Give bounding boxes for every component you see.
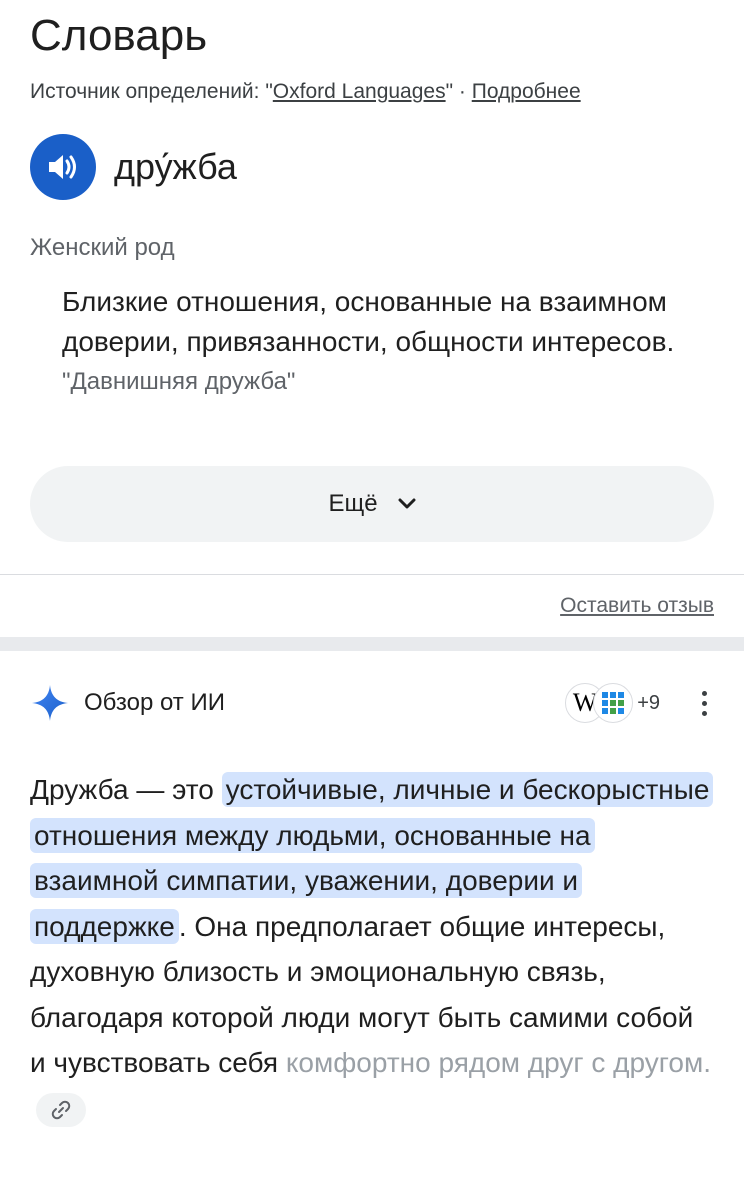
example-text: "Давнишняя дружба" [62, 368, 296, 395]
source-separator: · [453, 80, 472, 103]
sources-button[interactable]: W +9 [565, 683, 660, 723]
source-quote-open: " [265, 80, 273, 103]
search-results-page: Словарь Источник определений: "Oxford La… [0, 0, 744, 1200]
ai-text-intro: Дружба — это [30, 774, 222, 805]
ai-overview-header: Обзор от ИИ W +9 [30, 673, 714, 733]
feedback-link[interactable]: Оставить отзыв [560, 594, 714, 618]
ai-overview-card: Обзор от ИИ W +9 Дружба — это устойчивые… [0, 673, 744, 1131]
headword: дру́жба [114, 146, 237, 187]
more-button-label: Ещё [328, 490, 378, 517]
ai-overview-title: Обзор от ИИ [84, 689, 225, 716]
part-of-speech: Женский род [30, 234, 175, 261]
citation-link-chip[interactable] [36, 1093, 86, 1128]
link-icon [51, 1100, 71, 1120]
source-site-icon [593, 683, 634, 723]
speaker-icon [49, 155, 76, 179]
ai-text-faded: комфортно рядом друг с другом. [285, 1047, 711, 1078]
source-line: Источник определений: "Oxford Languages"… [30, 78, 714, 106]
definition-text: Близкие отношения, основанные на взаимно… [62, 286, 675, 357]
source-prefix: Источник определений: [30, 80, 266, 103]
feedback-row: Оставить отзыв [0, 575, 744, 637]
dictionary-title: Словарь [30, 11, 208, 60]
sources-count: +9 [637, 691, 660, 714]
more-vert-icon[interactable] [694, 690, 714, 716]
more-button[interactable]: Ещё [30, 466, 714, 542]
dictionary-card: Словарь Источник определений: "Oxford La… [0, 0, 744, 542]
grid-logo-icon [602, 692, 625, 714]
section-separator [0, 637, 744, 651]
oxford-languages-link[interactable]: Oxford Languages [273, 80, 446, 103]
more-info-link[interactable]: Подробнее [472, 80, 581, 103]
chevron-down-icon [398, 498, 416, 509]
pronounce-button[interactable] [30, 134, 96, 200]
gemini-sparkle-icon [32, 685, 68, 721]
word-row: дру́жба [30, 134, 714, 200]
ai-overview-text: Дружба — это устойчивые, личные и бескор… [30, 767, 714, 1131]
source-quote-close: " [445, 80, 454, 103]
